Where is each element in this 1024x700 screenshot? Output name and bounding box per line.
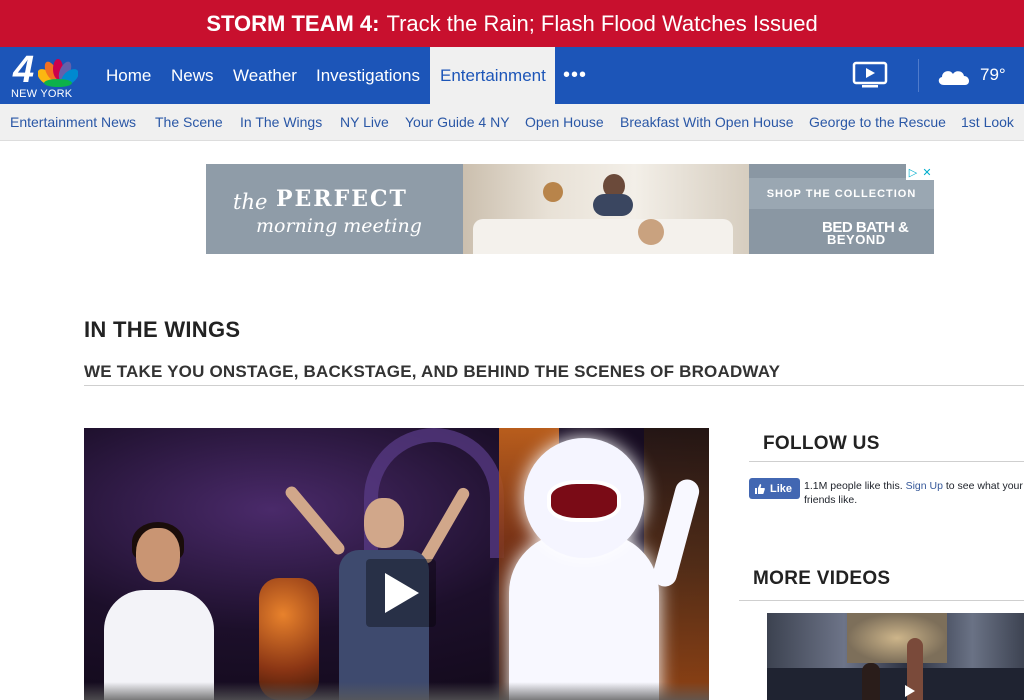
- play-icon: [385, 573, 419, 613]
- follow-us-heading: FOLLOW US: [763, 433, 880, 454]
- nav-weather[interactable]: Weather: [223, 47, 307, 104]
- alert-text: Track the Rain; Flash Flood Watches Issu…: [386, 10, 818, 36]
- tv-play-icon[interactable]: [852, 61, 888, 89]
- section-divider: [84, 385, 1024, 386]
- video-control-bar[interactable]: [84, 682, 709, 700]
- more-videos-heading: MORE VIDEOS: [753, 568, 891, 589]
- thumb-stage: [767, 668, 1024, 700]
- ad-perfect: PERFECT: [276, 186, 408, 212]
- nav-divider: [918, 59, 919, 92]
- nbc4-logo[interactable]: 4 NEW YORK: [10, 49, 80, 101]
- main-navigation: 4 NEW YORK Home News Weather Investigati…: [0, 47, 1024, 104]
- nav-investigations[interactable]: Investigations: [306, 47, 430, 104]
- subnav-in-the-wings[interactable]: In The Wings: [240, 114, 322, 130]
- nav-news[interactable]: News: [161, 47, 224, 104]
- page-title: IN THE WINGS: [84, 317, 241, 342]
- video-thumbnail[interactable]: [767, 613, 1024, 700]
- ad-photo: [463, 164, 749, 254]
- logo-number: 4: [13, 49, 34, 91]
- weather-alert-banner[interactable]: STORM TEAM 4: Track the Rain; Flash Floo…: [0, 0, 1024, 47]
- ad-the: the: [233, 190, 268, 214]
- ad-teddy: [543, 182, 563, 202]
- nav-home[interactable]: Home: [96, 47, 161, 104]
- video-performer-yeti: [504, 438, 702, 700]
- entertainment-subnav: Entertainment News The Scene In The Wing…: [0, 104, 1024, 141]
- logo-city: NEW YORK: [11, 88, 73, 100]
- ad-headline-panel: the PERFECT morning meeting: [206, 164, 463, 254]
- video-performer-woman: [104, 522, 214, 700]
- ad-child-body: [593, 194, 633, 216]
- subnav-the-scene[interactable]: The Scene: [155, 114, 223, 130]
- likes-count: 1.1M people like this.: [804, 480, 903, 492]
- alert-label: STORM TEAM 4:: [206, 10, 380, 36]
- ad-adult: [638, 219, 664, 245]
- nav-more-button[interactable]: •••: [563, 47, 587, 104]
- subnav-breakfast-open-house[interactable]: Breakfast With Open House: [620, 114, 794, 130]
- featured-video-player[interactable]: [84, 428, 709, 700]
- ad-choices[interactable]: ▷ ✕: [906, 164, 934, 180]
- subnav-ny-live[interactable]: NY Live: [340, 114, 389, 130]
- subnav-open-house[interactable]: Open House: [525, 114, 604, 130]
- ad-bed: [473, 219, 733, 254]
- cloud-icon[interactable]: [936, 65, 972, 87]
- ad-brand-line2: BEYOND: [827, 232, 886, 247]
- ad-shop-button[interactable]: SHOP THE COLLECTION: [749, 178, 934, 209]
- ad-morning: morning meeting: [256, 215, 422, 237]
- thumbs-up-icon: [755, 483, 765, 494]
- video-play-button[interactable]: [366, 559, 436, 627]
- temperature[interactable]: 79°: [980, 65, 1006, 85]
- ad-choices-icon[interactable]: ▷: [906, 164, 920, 180]
- thumb-screen: [847, 613, 947, 663]
- thumbnail-play-icon[interactable]: [900, 684, 918, 698]
- facebook-like-button[interactable]: Like: [749, 478, 800, 499]
- follow-divider: [749, 461, 1024, 462]
- thumb-person-1: [862, 663, 880, 700]
- facebook-like-text: 1.1M people like this. Sign Up to see wh…: [804, 479, 1024, 507]
- subnav-1st-look[interactable]: 1st Look: [961, 114, 1014, 130]
- more-videos-divider: [739, 600, 1024, 601]
- subnav-george-rescue[interactable]: George to the Rescue: [809, 114, 946, 130]
- subnav-entertainment-news[interactable]: Entertainment News: [10, 114, 136, 130]
- facebook-signup-link[interactable]: Sign Up: [906, 480, 943, 492]
- ad-close-icon[interactable]: ✕: [920, 164, 934, 180]
- advertisement-banner[interactable]: the PERFECT morning meeting SHOP THE COL…: [206, 164, 934, 254]
- subnav-your-guide[interactable]: Your Guide 4 NY: [405, 114, 510, 130]
- page-subtitle: WE TAKE YOU ONSTAGE, BACKSTAGE, AND BEHI…: [84, 362, 781, 381]
- peacock-icon: [38, 59, 78, 87]
- nav-entertainment[interactable]: Entertainment: [430, 47, 555, 104]
- like-label: Like: [770, 482, 793, 495]
